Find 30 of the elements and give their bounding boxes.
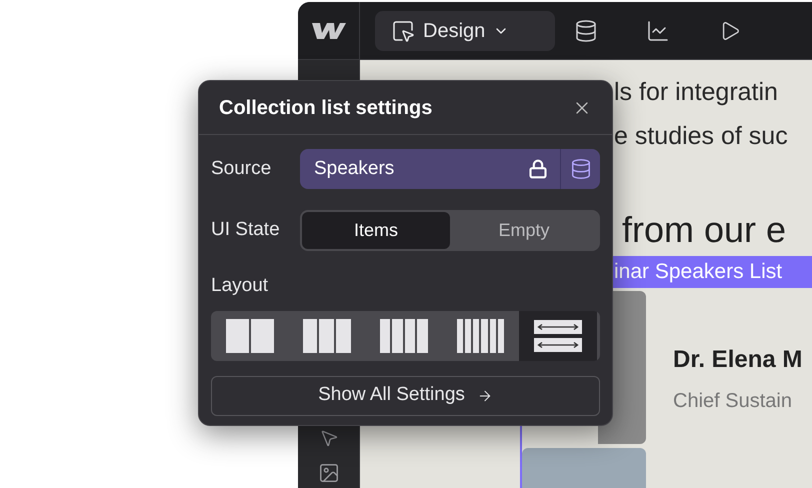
rows-layout-icon xyxy=(534,318,582,354)
pointer-button[interactable] xyxy=(318,428,338,448)
columns-layout-icon xyxy=(302,318,350,352)
logo-icon xyxy=(312,20,346,40)
section-heading: from our e xyxy=(622,208,788,252)
body-text: ls for integratin xyxy=(614,77,779,108)
pointer-icon xyxy=(318,428,338,448)
design-cursor-icon xyxy=(391,18,415,42)
source-label: Source xyxy=(211,156,272,181)
ui-state-option[interactable]: Items xyxy=(302,212,450,249)
layout-option[interactable] xyxy=(519,310,597,360)
ui-state-label: UI State xyxy=(211,218,281,242)
popover-title: Collection list settings xyxy=(219,96,432,120)
columns-layout-icon xyxy=(456,318,504,352)
speaker-role: Chief Sustain xyxy=(673,389,793,414)
columns-layout-icon xyxy=(380,318,428,352)
layout-label: Layout xyxy=(210,274,270,298)
show-all-settings-button[interactable]: Show All Settings xyxy=(211,376,600,416)
database-icon xyxy=(574,18,598,42)
ui-state-option[interactable]: Empty xyxy=(450,212,598,249)
image-icon xyxy=(318,462,340,484)
selection-label: inar Speakers List xyxy=(612,256,812,288)
design-mode-button[interactable]: Design xyxy=(375,10,555,50)
database-link-icon xyxy=(570,158,592,180)
image-button[interactable] xyxy=(318,462,340,484)
speaker-name: Dr. Elena M xyxy=(673,345,802,375)
body-text: e studies of suc xyxy=(614,121,789,152)
columns-layout-icon xyxy=(226,318,274,352)
line-chart-icon xyxy=(646,18,670,42)
source-field[interactable]: Speakers xyxy=(300,149,600,189)
